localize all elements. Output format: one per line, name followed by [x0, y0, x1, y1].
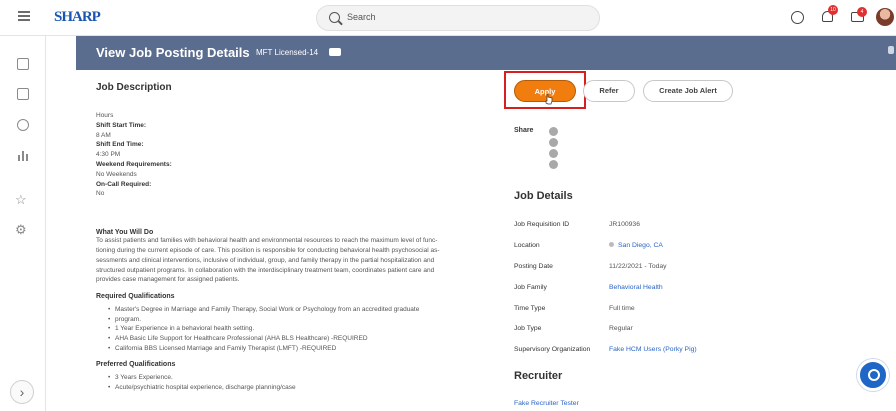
wywd-line: tioning during the current episode of ca… — [96, 246, 440, 254]
document-icon[interactable] — [17, 88, 29, 100]
hours-label: Hours — [96, 112, 114, 119]
header-edge-icon[interactable] — [888, 46, 894, 54]
share-facebook-icon[interactable] — [549, 160, 558, 169]
location-label: Location — [514, 242, 540, 249]
required-qualifications-label: Required Qualifications — [96, 293, 175, 301]
inbox-badge: 4 — [857, 7, 867, 17]
top-bar: SHARP Search 10 4 — [0, 0, 896, 36]
list-item: Acute/psychiatric hospital experience, d… — [108, 383, 500, 393]
supervisory-org-label: Supervisory Organization — [514, 346, 591, 353]
required-qualifications-list: Master's Degree in Marriage and Family T… — [96, 305, 500, 353]
assistant-icon — [868, 369, 880, 381]
share-twitter-icon[interactable] — [549, 149, 558, 158]
time-type-value: Full time — [609, 305, 635, 312]
list-item: 1 Year Experience in a behavioral health… — [108, 324, 500, 334]
page-header: View Job Posting Details MFT Licensed-14 — [76, 36, 896, 70]
job-details-heading: Job Details — [514, 190, 573, 202]
expand-sidebar-button[interactable]: › — [10, 380, 34, 404]
job-req-id-value: JR100936 — [609, 221, 640, 228]
posting-date-value: 11/22/2021 - Today — [609, 263, 667, 270]
wywd-line: structured outpatient programs. In colla… — [96, 266, 435, 274]
job-type-value: Regular — [609, 325, 633, 332]
inbox-icon[interactable]: 4 — [851, 7, 867, 22]
search-placeholder: Search — [347, 12, 376, 22]
job-family-link[interactable]: Behavioral Health — [609, 284, 663, 291]
job-type-label: Job Type — [514, 325, 542, 332]
assistant-chat-button[interactable] — [857, 359, 889, 391]
shift-end-label: Shift End Time: — [96, 141, 144, 149]
chat-icon[interactable] — [791, 11, 804, 24]
shift-end-value: 4:30 PM — [96, 151, 121, 159]
list-item: AHA Basic Life Support for Healthcare Pr… — [108, 334, 500, 344]
recruiter-heading: Recruiter — [514, 370, 563, 382]
find-icon[interactable] — [17, 119, 29, 131]
preferred-qualifications-label: Preferred Qualifications — [96, 361, 176, 369]
menu-icon[interactable] — [18, 11, 30, 21]
related-actions-icon[interactable] — [329, 48, 341, 56]
favorites-star-icon[interactable]: ☆ — [15, 193, 27, 206]
left-sidebar: ☆ ⚙ › — [0, 36, 46, 411]
notifications-badge: 10 — [828, 5, 838, 15]
refer-button[interactable]: Refer — [583, 80, 635, 102]
location-value[interactable]: San Diego, CA — [609, 242, 663, 249]
job-posting-name: MFT Licensed-14 — [256, 48, 319, 57]
settings-gear-icon[interactable]: ⚙ — [15, 223, 27, 236]
list-item: program. — [108, 315, 500, 325]
oncall-value: No — [96, 190, 105, 198]
wywd-line: provides case management for assigned pa… — [96, 276, 240, 284]
share-label: Share — [514, 127, 534, 134]
user-avatar[interactable] — [876, 8, 894, 26]
what-you-will-do-text: To assist patients and families with beh… — [96, 236, 500, 285]
supervisory-org-link[interactable]: Fake HCM Users (Porky Pig) — [609, 346, 697, 353]
oncall-label: On-Call Required: — [96, 180, 152, 188]
reports-icon[interactable] — [17, 149, 29, 161]
share-email-icon[interactable] — [549, 127, 558, 136]
what-you-will-do-label: What You Will Do — [96, 229, 154, 237]
job-family-label: Job Family — [514, 284, 547, 291]
list-item: California BBS Licensed Marriage and Fam… — [108, 344, 500, 354]
job-description-panel: Job Description Hours Shift Start Time: … — [96, 82, 500, 392]
search-icon — [329, 12, 340, 23]
apps-grid-icon[interactable] — [17, 58, 29, 70]
weekend-label: Weekend Requirements: — [96, 160, 172, 168]
shift-start-label: Shift Start Time: — [96, 121, 147, 129]
search-input[interactable]: Search — [316, 5, 600, 31]
share-linkedin-icon[interactable] — [549, 138, 558, 147]
notifications-icon[interactable]: 10 — [822, 5, 838, 23]
time-type-label: Time Type — [514, 305, 546, 312]
shift-start-value: 8 AM — [96, 131, 111, 139]
recruiter-link[interactable]: Fake Recruiter Tester — [514, 400, 579, 407]
job-description-heading: Job Description — [96, 82, 172, 93]
list-item: Master's Degree in Marriage and Family T… — [108, 305, 500, 315]
job-req-id-label: Job Requisition ID — [514, 221, 570, 228]
pointer-cursor-icon — [545, 93, 553, 105]
posting-date-label: Posting Date — [514, 263, 553, 270]
list-item: 3 Years Experience. — [108, 373, 500, 383]
wywd-line: sessments and clinical interventions, in… — [96, 256, 435, 264]
page-title: View Job Posting Details — [96, 45, 250, 60]
create-job-alert-button[interactable]: Create Job Alert — [643, 80, 733, 102]
wywd-line: To assist patients and families with beh… — [96, 237, 438, 245]
weekend-value: No Weekends — [96, 170, 137, 178]
sharp-logo[interactable]: SHARP — [54, 9, 101, 26]
preferred-qualifications-list: 3 Years Experience. Acute/psychiatric ho… — [96, 373, 500, 392]
location-link[interactable]: San Diego, CA — [618, 242, 663, 249]
location-pin-icon — [609, 242, 614, 247]
